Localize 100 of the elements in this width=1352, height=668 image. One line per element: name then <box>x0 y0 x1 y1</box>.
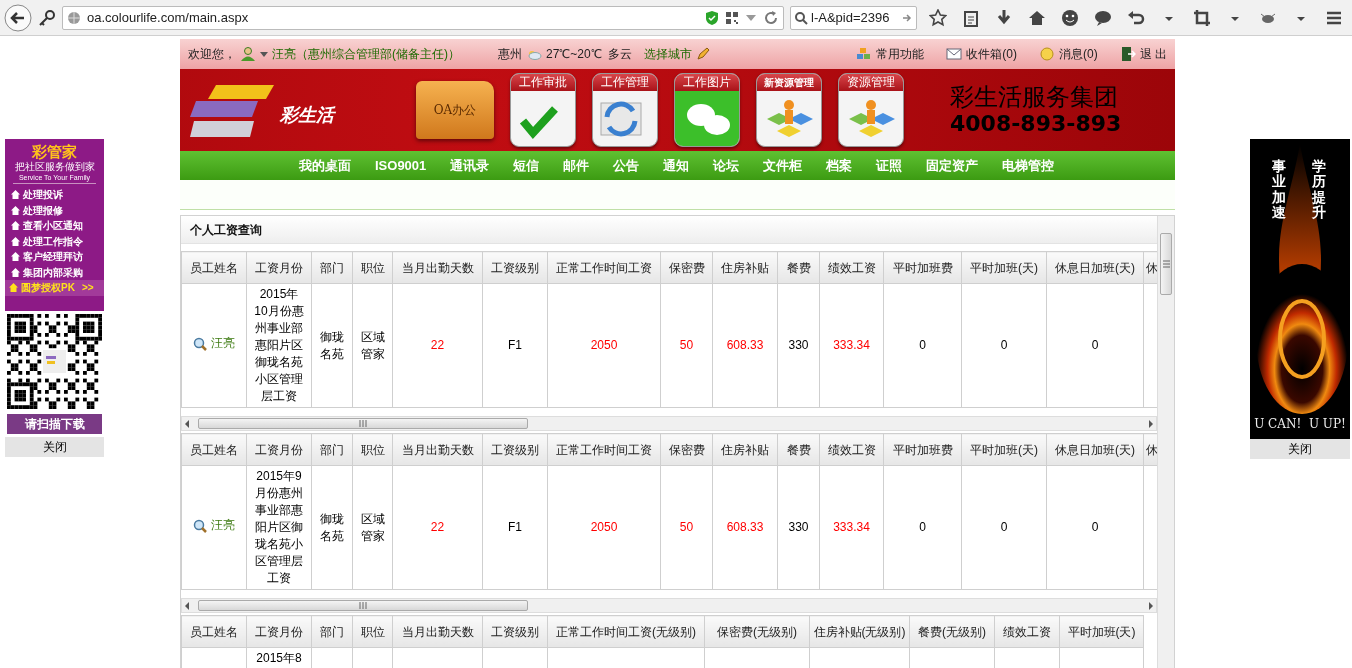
search-field[interactable]: l-A&pid=2396 <box>790 5 917 30</box>
nav-link[interactable]: 电梯管控 <box>990 155 1067 176</box>
column-header: 工资月份 <box>246 615 312 648</box>
shield-icon[interactable] <box>705 9 719 26</box>
header-link[interactable]: 常用功能 <box>876 45 925 63</box>
ad-menu-item[interactable]: 集团内部采购 <box>23 264 83 280</box>
caret-icon[interactable] <box>260 50 268 58</box>
clipboard-icon[interactable] <box>962 8 980 27</box>
ad-menu-item[interactable]: 处理报修 <box>23 202 63 218</box>
app-tile[interactable]: 工作审批 <box>510 73 576 147</box>
table-cell: 0 <box>961 465 1047 590</box>
employee-name-link[interactable]: 汪亮 <box>211 335 235 353</box>
pencil-icon[interactable] <box>696 47 711 61</box>
app-icon <box>675 91 739 146</box>
choose-city-link[interactable]: 选择城市 <box>644 45 693 63</box>
app-tile[interactable]: 新资源管理 <box>756 73 822 147</box>
close-link[interactable]: 关闭 <box>5 437 104 457</box>
nav-link[interactable]: 邮件 <box>551 155 602 176</box>
ad-menu-item[interactable]: 处理工作指令 <box>23 233 83 249</box>
back-button[interactable] <box>4 3 32 32</box>
nav-link[interactable]: 证照 <box>864 155 915 176</box>
go-arrow-icon[interactable] <box>902 12 912 23</box>
scroll-thumb[interactable] <box>198 418 528 429</box>
oa-folder[interactable]: OA办公 <box>416 81 494 139</box>
column-header: 住房补贴 <box>712 251 778 284</box>
ad-motto: U CAN! U UP! <box>1253 416 1347 433</box>
city-name: 惠州 <box>498 46 522 63</box>
table-cell: 330 <box>777 465 820 590</box>
scroll-left-icon[interactable] <box>185 601 189 610</box>
nav-link[interactable]: ISO9001 <box>363 155 439 176</box>
home-icon[interactable] <box>1028 8 1046 27</box>
table-cell: 22 <box>392 283 483 408</box>
search-input[interactable]: l-A&pid=2396 <box>811 7 899 28</box>
table-cell: 御珑名苑 <box>311 283 353 408</box>
ad-menu-item[interactable]: 查看小区通知 <box>23 218 83 234</box>
table-cell: 2015年10月份惠州事业部惠阳片区御珑名苑小区管理层工资 <box>246 283 312 408</box>
header-link[interactable]: 收件箱(0) <box>966 45 1017 63</box>
undo-icon[interactable] <box>1127 8 1145 27</box>
ad-banner[interactable]: 事业加速 学历提升 U CAN! U UP! <box>1250 139 1350 439</box>
column-header: 职位 <box>352 615 393 648</box>
column-header: 平时加班(天) <box>961 433 1047 466</box>
magnifier-icon[interactable] <box>193 336 207 351</box>
grip-icon <box>358 420 368 427</box>
close-link[interactable]: 关闭 <box>1250 439 1350 459</box>
globe-icon <box>67 10 81 25</box>
employee-name-link[interactable]: 汪亮 <box>211 517 235 535</box>
nav-link[interactable]: 通知 <box>651 155 702 176</box>
header-link[interactable]: 退 出 <box>1139 45 1167 63</box>
nav-link[interactable]: 公告 <box>601 155 652 176</box>
column-header: 餐费(无级别) <box>909 615 995 648</box>
app-tile[interactable]: 工作管理 <box>592 73 658 147</box>
scroll-thumb[interactable] <box>198 600 528 611</box>
nav-link[interactable]: 固定资产 <box>914 155 991 176</box>
app-tile[interactable]: 工作图片 <box>674 73 740 147</box>
url-field[interactable]: oa.colourlife.com/main.aspx <box>87 7 647 28</box>
table-cell: 2050 <box>547 465 661 590</box>
more-link[interactable]: >> <box>81 280 94 296</box>
scroll-thumb[interactable] <box>1160 233 1172 295</box>
ad-menu-item[interactable]: 圆梦授权PK <box>21 280 75 296</box>
app-tile[interactable]: 资源管理 <box>838 73 904 147</box>
key-icon[interactable] <box>38 8 56 27</box>
address-bar[interactable]: oa.colourlife.com/main.aspx <box>62 5 784 30</box>
vertical-scrollbar[interactable] <box>1157 216 1174 668</box>
ad-menu-item[interactable]: 处理投诉 <box>23 187 63 203</box>
ad-title: 彩管家 <box>31 143 78 161</box>
qr-icon[interactable] <box>725 10 739 25</box>
column-header: 平时加班费 <box>883 433 962 466</box>
chat-icon[interactable] <box>1094 8 1112 27</box>
nav-link[interactable]: 通讯录 <box>438 155 502 176</box>
smiley-icon[interactable] <box>1061 8 1079 27</box>
nav-link[interactable]: 短信 <box>501 155 552 176</box>
column-header: 部门 <box>311 251 353 284</box>
nav-link[interactable]: 论坛 <box>701 155 752 176</box>
horizontal-scrollbar[interactable] <box>181 598 1157 613</box>
table-cell: 0 <box>883 283 962 408</box>
table-cell: 0 <box>883 465 962 590</box>
table-cell: 0 <box>1046 283 1144 408</box>
magnifier-icon[interactable] <box>193 518 207 533</box>
column-header: 住房补贴(无级别) <box>809 615 910 648</box>
nav-link[interactable]: 文件柜 <box>751 155 815 176</box>
reload-icon[interactable] <box>763 9 779 26</box>
download-button[interactable]: 请扫描下载 <box>7 414 102 434</box>
column-header: 正常工作时间工资(无级别) <box>547 615 705 648</box>
horizontal-scrollbar[interactable] <box>181 416 1157 431</box>
header-link[interactable]: 消息(0) <box>1059 45 1098 63</box>
download-icon[interactable] <box>995 8 1013 27</box>
nav-link[interactable]: 我的桌面 <box>287 155 363 176</box>
cloud-icon <box>526 48 542 60</box>
scroll-right-icon[interactable] <box>1149 419 1153 428</box>
ad-menu-item[interactable]: 客户经理拜访 <box>23 249 83 265</box>
star-icon[interactable] <box>929 8 947 27</box>
crop-icon[interactable] <box>1193 8 1211 27</box>
table-cell: 2050 <box>547 283 661 408</box>
column-header: 餐费 <box>777 251 820 284</box>
column-header: 员工姓名 <box>181 433 247 466</box>
user-name[interactable]: 汪亮（惠州综合管理部(储备主任)） <box>272 45 460 63</box>
column-header: 平时加班费 <box>883 251 962 284</box>
scroll-right-icon[interactable] <box>1149 601 1153 610</box>
scroll-left-icon[interactable] <box>185 419 189 428</box>
phone-number: 4008-893-893 <box>950 111 1122 137</box>
